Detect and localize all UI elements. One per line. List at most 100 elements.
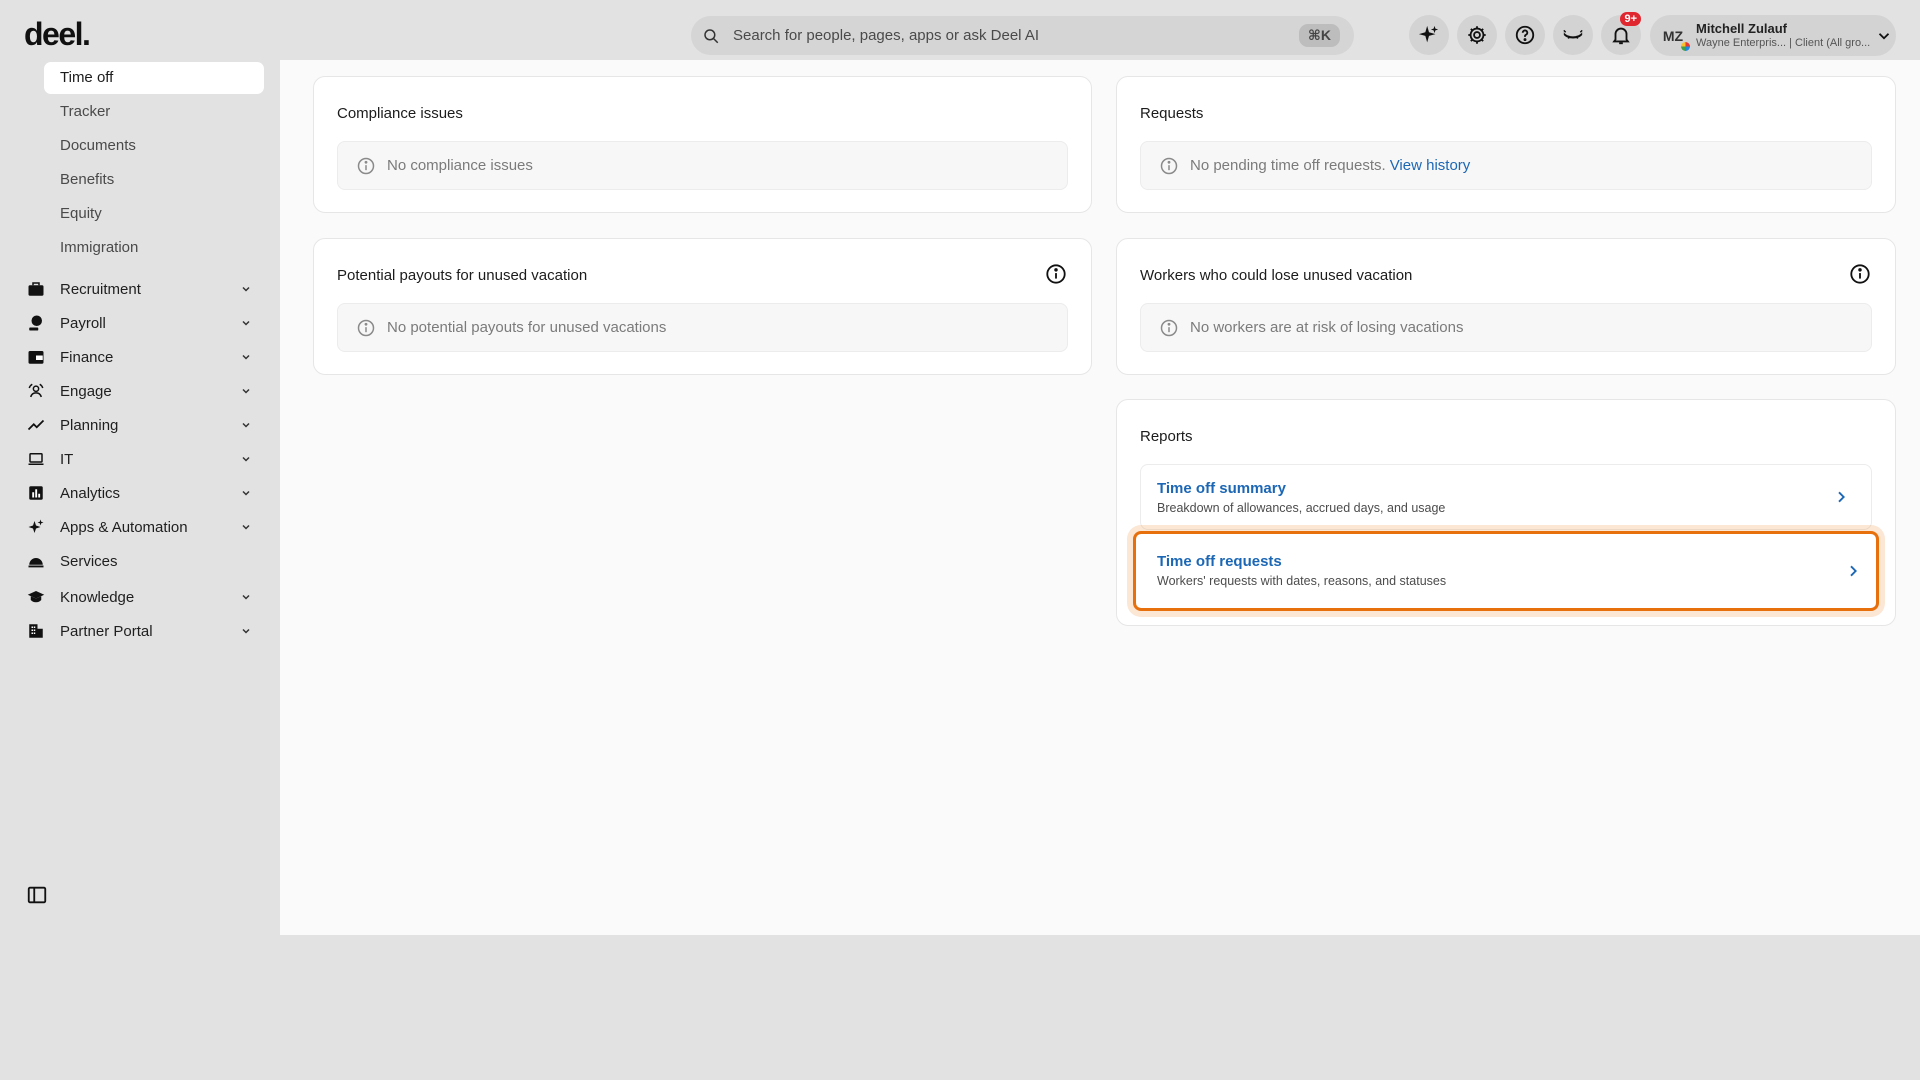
sidebar-item-it[interactable]: IT — [26, 443, 252, 475]
sidebar-item-apps-automation[interactable]: Apps & Automation — [26, 511, 252, 543]
sidebar-item-label: Payroll — [60, 314, 106, 332]
help-icon — [1515, 25, 1535, 45]
notifications-badge: 9+ — [1620, 12, 1641, 26]
chevron-down-icon — [242, 354, 250, 360]
report-title: Time off requests — [1157, 553, 1282, 570]
sidebar-item-label: Analytics — [60, 484, 121, 502]
chevron-down-icon — [242, 422, 250, 428]
compliance-card: Compliance issues No compliance issues — [313, 76, 1092, 213]
laptop-icon — [28, 453, 44, 465]
card-title: Workers who could lose unused vacation — [1140, 267, 1413, 284]
sidebar-subitem-tracker[interactable]: Tracker — [44, 96, 264, 128]
sparkle-icon — [28, 519, 44, 533]
info-icon — [357, 157, 375, 174]
chevron-down-icon — [242, 594, 250, 600]
building-icon — [29, 624, 43, 638]
payroll-icon — [29, 315, 42, 331]
privacy-toggle-button[interactable] — [1553, 15, 1593, 55]
sidebar-item-recruitment[interactable]: Recruitment — [26, 273, 252, 305]
card-title: Compliance issues — [337, 105, 463, 122]
help-button[interactable] — [1505, 15, 1545, 55]
chevron-down-icon — [242, 286, 250, 292]
payouts-empty-state: No potential payouts for unused vacation… — [337, 303, 1068, 352]
sidebar-subitem-equity[interactable]: Equity — [44, 198, 264, 230]
sidebar-subitem-time-off[interactable]: Time off — [44, 62, 264, 94]
eye-closed-icon — [1563, 29, 1583, 39]
report-title: Time off summary — [1157, 480, 1286, 497]
settings-button[interactable] — [1457, 15, 1497, 55]
info-icon — [357, 319, 375, 336]
card-title: Potential payouts for unused vacation — [337, 267, 588, 284]
trend-icon — [27, 419, 45, 431]
sidebar-item-label: IT — [60, 450, 74, 468]
search-input[interactable] — [733, 27, 1299, 44]
report-description: Breakdown of allowances, accrued days, a… — [1157, 501, 1446, 515]
search-bar[interactable]: ⌘K — [691, 16, 1354, 55]
card-title: Requests — [1140, 105, 1204, 122]
sidebar: Time off Tracker Documents Benefits Equi… — [0, 60, 280, 1080]
sparkle-icon — [1418, 25, 1439, 43]
ai-sparkle-button[interactable] — [1409, 15, 1449, 55]
empty-text: No compliance issues — [387, 157, 533, 174]
view-history-link[interactable]: View history — [1390, 157, 1471, 174]
chevron-right-icon — [1850, 565, 1857, 577]
wallet-icon — [28, 351, 44, 364]
info-icon[interactable] — [1849, 263, 1871, 285]
info-icon — [1160, 157, 1178, 174]
sidebar-item-label: Recruitment — [60, 280, 141, 298]
info-icon — [1160, 319, 1178, 336]
workers-at-risk-card: Workers who could lose unused vacation N… — [1116, 238, 1896, 375]
sidebar-subitem-documents[interactable]: Documents — [44, 130, 264, 162]
payouts-card: Potential payouts for unused vacation No… — [313, 238, 1092, 375]
avatar: MZ — [1658, 21, 1690, 51]
main-content: Compliance issues No compliance issues R… — [280, 60, 1920, 935]
sidebar-item-services[interactable]: Services — [26, 545, 252, 577]
chevron-down-icon — [242, 524, 250, 530]
sidebar-item-label: Finance — [60, 348, 114, 366]
search-shortcut: ⌘K — [1298, 24, 1340, 47]
briefcase-icon — [28, 282, 44, 296]
chevron-down-icon — [1878, 32, 1890, 40]
bell-icon — [1612, 27, 1630, 45]
chevron-down-icon — [242, 628, 250, 634]
org-logo-icon — [1681, 41, 1690, 51]
user-subtitle: Wayne Enterpris... | Client (All gro... — [1696, 36, 1871, 49]
sidebar-collapse-icon[interactable] — [26, 884, 48, 906]
graduation-cap-icon — [27, 591, 45, 603]
gear-icon — [1468, 26, 1486, 44]
sidebar-subitem-benefits[interactable]: Benefits — [44, 164, 264, 196]
chevron-right-icon — [1838, 491, 1845, 503]
deel-logo[interactable]: deel. — [24, 16, 91, 53]
empty-text: No workers are at risk of losing vacatio… — [1190, 319, 1464, 336]
info-icon[interactable] — [1045, 263, 1067, 285]
chevron-down-icon — [242, 320, 250, 326]
sidebar-item-label: Knowledge — [60, 588, 135, 606]
report-description: Workers' requests with dates, reasons, a… — [1157, 574, 1447, 588]
avatar-initials: MZ — [1662, 27, 1684, 44]
sidebar-item-planning[interactable]: Planning — [26, 409, 252, 441]
bell-service-icon — [28, 558, 44, 568]
sidebar-item-knowledge[interactable]: Knowledge — [26, 581, 252, 613]
sidebar-item-finance[interactable]: Finance — [26, 341, 252, 373]
chevron-down-icon — [242, 388, 250, 394]
sidebar-item-label: Apps & Automation — [60, 518, 188, 536]
requests-empty-state: No pending time off requests. View histo… — [1140, 141, 1872, 190]
chart-icon — [29, 486, 43, 500]
sidebar-item-analytics[interactable]: Analytics — [26, 477, 252, 509]
sidebar-item-payroll[interactable]: Payroll — [26, 307, 252, 339]
sidebar-item-partner-portal[interactable]: Partner Portal — [26, 615, 252, 647]
reports-card: Reports Time off summary Breakdown of al… — [1116, 399, 1896, 626]
people-icon — [28, 383, 44, 398]
search-icon — [704, 28, 719, 43]
workers-empty-state: No workers are at risk of losing vacatio… — [1140, 303, 1872, 352]
user-menu[interactable]: MZ Mitchell Zulauf Wayne Enterpris... | … — [1650, 15, 1896, 56]
report-time-off-summary[interactable]: Time off summary Breakdown of allowances… — [1140, 464, 1872, 530]
empty-text: No pending time off requests. — [1190, 157, 1386, 174]
chevron-down-icon — [242, 490, 250, 496]
sidebar-subitem-immigration[interactable]: Immigration — [44, 232, 264, 264]
sidebar-item-engage[interactable]: Engage — [26, 375, 252, 407]
notifications-button[interactable]: 9+ — [1601, 12, 1641, 55]
requests-card: Requests No pending time off requests. V… — [1116, 76, 1896, 213]
report-time-off-requests[interactable]: Time off requests Workers' requests with… — [1133, 531, 1879, 611]
compliance-empty-state: No compliance issues — [337, 141, 1068, 190]
